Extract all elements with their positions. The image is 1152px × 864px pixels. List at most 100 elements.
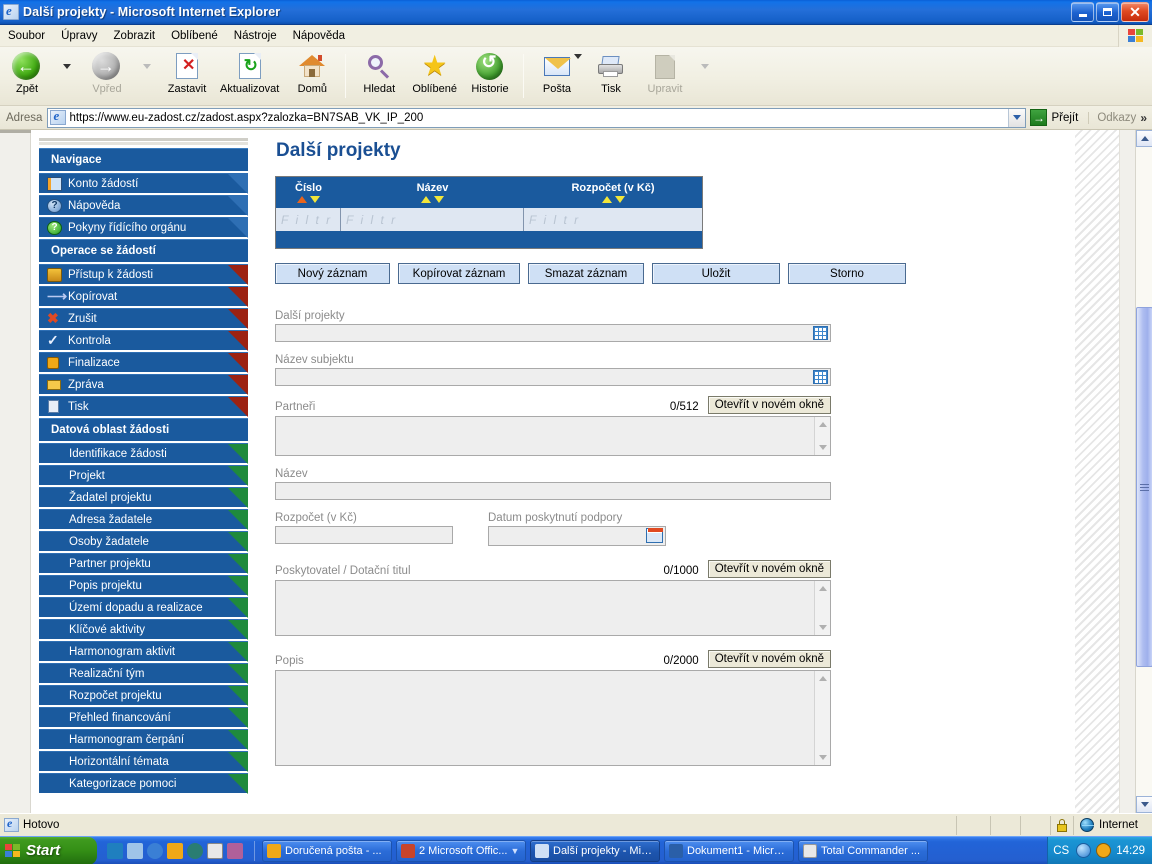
scroll-down-icon[interactable] [815, 440, 831, 455]
sidebar-item-kopirovat[interactable]: ⟶ Kopírovat [39, 286, 248, 307]
quicklaunch-outlook-icon[interactable] [167, 842, 183, 859]
scroll-up-icon[interactable] [815, 671, 831, 686]
links-label[interactable]: Odkazy [1088, 111, 1136, 124]
links-overflow-icon[interactable]: » [1136, 111, 1152, 125]
filter-input-nazev[interactable]: F i l t r [341, 208, 524, 231]
quicklaunch-icon-7[interactable] [227, 842, 243, 859]
new-record-button[interactable]: Nový záznam [275, 263, 390, 284]
open-new-window-button-popis[interactable]: Otevřít v novém okně [707, 650, 831, 668]
taskbar-item-ie-active[interactable]: Další projekty - Mic... [530, 839, 660, 862]
textarea-partneri[interactable] [275, 416, 831, 456]
maximize-button[interactable] [1096, 2, 1119, 22]
favorites-button[interactable]: ★ Oblíbené [406, 50, 463, 96]
refresh-button[interactable]: ↻ Aktualizovat [214, 50, 285, 95]
sidebar-item-tisk[interactable]: Tisk [39, 396, 248, 417]
taskbar-item-total-commander[interactable]: Total Commander ... [798, 839, 928, 862]
grid-col-cislo[interactable]: Číslo [276, 177, 341, 208]
back-dropdown-button[interactable] [54, 50, 80, 69]
table-picker-icon[interactable] [813, 326, 828, 340]
start-button[interactable]: Start [0, 836, 97, 864]
stop-button[interactable]: ✕ Zastavit [160, 50, 214, 95]
delete-record-button[interactable]: Smazat záznam [528, 263, 644, 284]
scroll-down-icon[interactable] [815, 750, 831, 765]
scroll-up-icon[interactable] [815, 581, 831, 596]
sidebar-item-uzemi-dopadu-a-realizace[interactable]: Území dopadu a realizace [39, 597, 248, 618]
scroll-down-button[interactable] [1136, 796, 1152, 813]
window-titlebar[interactable]: Další projekty - Microsoft Internet Expl… [0, 0, 1152, 25]
sidebar-item-pristup-k-zadosti[interactable]: Přístup k žádosti [39, 264, 248, 285]
scroll-down-icon[interactable] [815, 620, 831, 635]
quicklaunch-icon-2[interactable] [127, 842, 143, 859]
textarea-poskytovatel[interactable] [275, 580, 831, 636]
mail-chevron-down-icon[interactable] [573, 54, 582, 59]
sidebar-item-partner-projektu[interactable]: Partner projektu [39, 553, 248, 574]
sort-asc-icon[interactable] [601, 196, 612, 203]
input-dalsi-projekty[interactable] [275, 324, 831, 342]
sidebar-item-zprava[interactable]: Zpráva [39, 374, 248, 395]
sort-asc-icon[interactable] [297, 196, 307, 203]
forward-dropdown-button[interactable] [134, 50, 160, 69]
sidebar-item-zrusit[interactable]: ✖ Zrušit [39, 308, 248, 329]
sidebar-item-kontrola[interactable]: ✓ Kontrola [39, 330, 248, 351]
windows-logo-button[interactable] [1118, 25, 1152, 47]
input-nazev-subjektu[interactable] [275, 368, 831, 386]
sidebar-item-prehled-financovani[interactable]: Přehled financování [39, 707, 248, 728]
quicklaunch-icon-1[interactable] [107, 842, 123, 859]
taskbar-item-outlook[interactable]: Doručená pošta - ... [262, 839, 392, 862]
menu-soubor[interactable]: Soubor [0, 28, 53, 44]
scroll-track[interactable] [1136, 147, 1152, 796]
calendar-icon[interactable] [646, 528, 663, 543]
sidebar-item-zadatel-projektu[interactable]: Žadatel projektu [39, 487, 248, 508]
filter-input-rozpocet[interactable]: F i l t r [524, 208, 702, 231]
table-picker-icon[interactable] [813, 370, 828, 384]
quicklaunch-media-icon[interactable] [187, 842, 203, 859]
home-button[interactable]: Domů [285, 50, 339, 95]
print-button[interactable]: Tisk [584, 50, 638, 95]
sidebar-item-kategorizace-pomoci[interactable]: Kategorizace pomoci [39, 773, 248, 794]
quicklaunch-save-icon[interactable] [207, 842, 223, 859]
sidebar-item-konto-zadosti[interactable]: Konto žádostí [39, 173, 248, 194]
address-input[interactable]: https://www.eu-zadost.cz/zadost.aspx?zal… [47, 107, 1027, 128]
sort-controls[interactable] [276, 195, 341, 206]
sidebar-item-identifikace-zadosti[interactable]: Identifikace žádosti [39, 443, 248, 464]
sidebar-item-harmonogram-cerpani[interactable]: Harmonogram čerpání [39, 729, 248, 750]
sidebar-item-popis-projektu[interactable]: Popis projektu [39, 575, 248, 596]
sort-asc-icon[interactable] [421, 196, 431, 203]
copy-record-button[interactable]: Kopírovat záznam [398, 263, 520, 284]
sort-desc-icon[interactable] [614, 196, 625, 203]
sidebar-item-osoby-zadatele[interactable]: Osoby žadatele [39, 531, 248, 552]
menu-nastroje[interactable]: Nástroje [226, 28, 285, 44]
sort-desc-icon[interactable] [434, 196, 444, 203]
chevron-down-icon[interactable]: ▼ [510, 846, 519, 856]
menu-napoveda[interactable]: Nápověda [285, 28, 353, 44]
cancel-button[interactable]: Storno [788, 263, 906, 284]
close-button[interactable]: ✕ [1121, 2, 1149, 22]
open-new-window-button-poskytovatel[interactable]: Otevřít v novém okně [707, 560, 831, 578]
back-button[interactable]: Zpět [0, 50, 54, 95]
grid-col-rozpocet[interactable]: Rozpočet (v Kč) [524, 177, 702, 208]
textarea-scrollbar[interactable] [814, 671, 830, 765]
edit-button[interactable]: Upravit [638, 50, 692, 95]
history-button[interactable]: Historie [463, 50, 517, 95]
scroll-up-icon[interactable] [815, 417, 831, 432]
scroll-thumb[interactable] [1136, 307, 1152, 667]
menu-oblibene[interactable]: Oblíbené [163, 28, 226, 44]
tray-clock-app-icon[interactable] [1096, 843, 1112, 858]
sidebar-item-harmonogram-aktivit[interactable]: Harmonogram aktivit [39, 641, 248, 662]
taskbar-item-office-group[interactable]: 2 Microsoft Offic... ▼ [396, 839, 526, 862]
menu-upravy[interactable]: Úpravy [53, 28, 105, 44]
sort-desc-icon[interactable] [310, 196, 320, 203]
menu-zobrazit[interactable]: Zobrazit [106, 28, 164, 44]
sidebar-item-klicove-aktivity[interactable]: Klíčové aktivity [39, 619, 248, 640]
sidebar-item-finalizace[interactable]: Finalizace [39, 352, 248, 373]
minimize-button[interactable] [1071, 2, 1094, 22]
open-new-window-button-partneri[interactable]: Otevřít v novém okně [707, 396, 831, 414]
input-rozpocet[interactable] [275, 526, 453, 544]
sidebar-item-realizacni-tym[interactable]: Realizační tým [39, 663, 248, 684]
sidebar-item-pokyny-ridiciho-organu[interactable]: ? Pokyny řídícího orgánu [39, 217, 248, 238]
forward-button[interactable]: Vpřed [80, 50, 134, 95]
input-datum-poskytnuti-podpory[interactable] [488, 526, 666, 546]
search-button[interactable]: Hledat [352, 50, 406, 95]
sidebar-item-rozpocet-projektu[interactable]: Rozpočet projektu [39, 685, 248, 706]
sidebar-item-projekt[interactable]: Projekt [39, 465, 248, 486]
